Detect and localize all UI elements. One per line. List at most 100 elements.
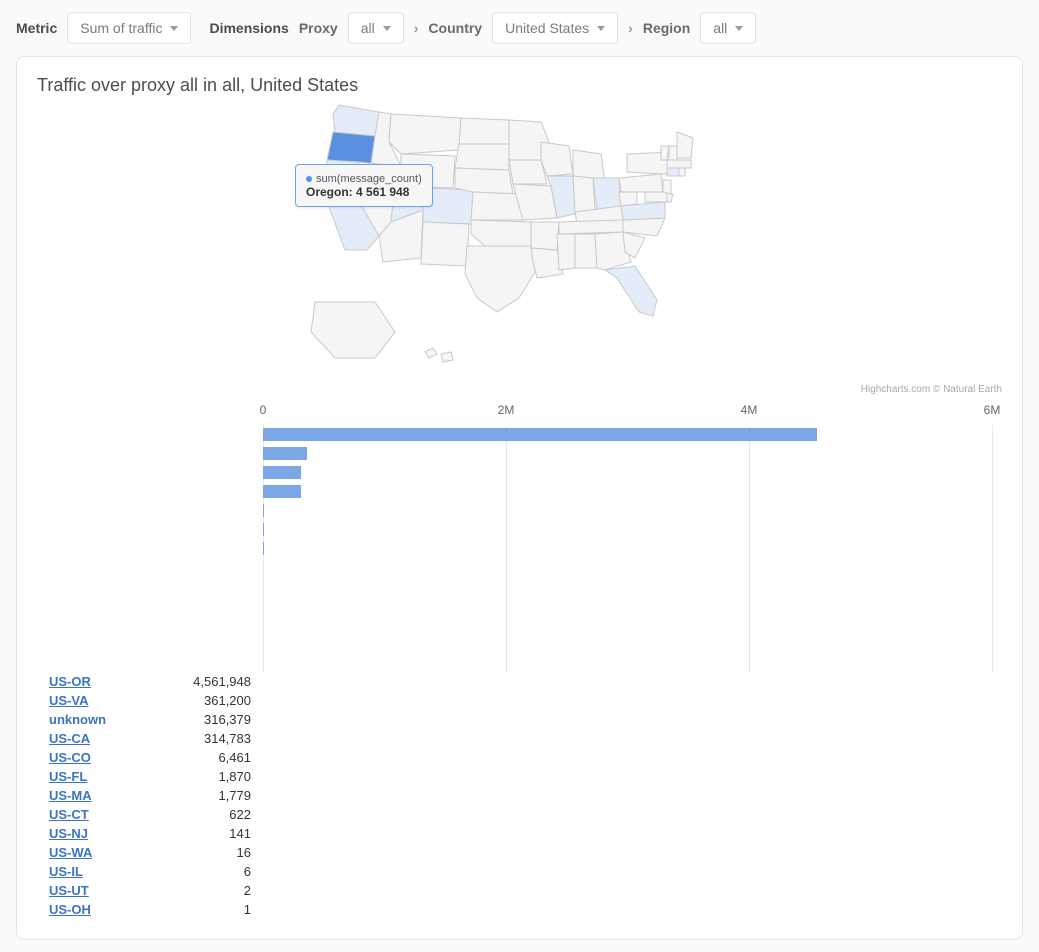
- state-OR[interactable]: [327, 132, 375, 164]
- axis-tick: 6M: [984, 403, 1001, 417]
- state-ND[interactable]: [459, 118, 509, 144]
- metric-label: Metric: [16, 20, 57, 36]
- filter-bar: Metric Sum of traffic Dimensions Proxy a…: [16, 12, 1023, 44]
- state-CT[interactable]: [667, 168, 679, 176]
- proxy-label: Proxy: [299, 20, 338, 36]
- value-cell: 316,379: [155, 712, 263, 727]
- state-OH[interactable]: [593, 178, 621, 210]
- chevron-right-icon: ›: [414, 20, 419, 36]
- state-AR[interactable]: [531, 222, 559, 250]
- state-SD[interactable]: [455, 144, 509, 170]
- axis-tick: 0: [260, 403, 267, 417]
- chart-panel: Traffic over proxy all in all, United St…: [16, 56, 1023, 940]
- state-ME[interactable]: [677, 132, 693, 158]
- region-link[interactable]: US-MA: [49, 788, 92, 803]
- region-link[interactable]: US-CA: [49, 731, 90, 746]
- state-AK[interactable]: [311, 302, 395, 358]
- state-HI1[interactable]: [425, 348, 437, 358]
- table-row: US-NJ 141: [37, 824, 1002, 843]
- region-select[interactable]: all: [700, 12, 756, 44]
- region-link[interactable]: US-UT: [49, 883, 89, 898]
- axis-tick: 4M: [741, 403, 758, 417]
- x-axis: 02M4M6M: [263, 403, 992, 425]
- region-link[interactable]: US-CO: [49, 750, 91, 765]
- value-cell: 361,200: [155, 693, 263, 708]
- value-cell: 4,561,948: [155, 674, 263, 689]
- state-FL[interactable]: [605, 266, 657, 316]
- proxy-select[interactable]: all: [348, 12, 404, 44]
- region-link[interactable]: US-WA: [49, 845, 92, 860]
- bar[interactable]: [263, 466, 301, 479]
- state-HI2[interactable]: [441, 352, 453, 362]
- bar[interactable]: [263, 428, 817, 441]
- state-MS[interactable]: [557, 234, 575, 270]
- plot-area: [263, 425, 992, 672]
- value-cell: 314,783: [155, 731, 263, 746]
- value-cell: 1,870: [155, 769, 263, 784]
- value-cell: 16: [155, 845, 263, 860]
- state-WA[interactable]: [333, 105, 379, 136]
- region-link[interactable]: US-FL: [49, 769, 87, 784]
- table-row: US-MA 1,779: [37, 786, 1002, 805]
- region-label: Region: [643, 20, 690, 36]
- table-row: US-OH 1: [37, 900, 1002, 919]
- state-AL[interactable]: [575, 234, 597, 268]
- caret-down-icon: [383, 26, 391, 31]
- state-MD[interactable]: [645, 192, 667, 202]
- dimensions-label: Dimensions: [209, 20, 288, 36]
- region-value: all: [713, 20, 727, 36]
- value-cell: 1: [155, 902, 263, 917]
- region-link[interactable]: US-CT: [49, 807, 89, 822]
- proxy-value: all: [361, 20, 375, 36]
- bar[interactable]: [263, 485, 301, 498]
- axis-tick: 2M: [498, 403, 515, 417]
- table-row: US-VA 361,200: [37, 691, 1002, 710]
- tooltip-series: sum(message_count): [316, 173, 422, 185]
- value-cell: 622: [155, 807, 263, 822]
- state-MA[interactable]: [667, 160, 691, 168]
- bar[interactable]: [263, 504, 264, 517]
- value-cell: 2: [155, 883, 263, 898]
- state-WI[interactable]: [541, 142, 573, 176]
- region-link[interactable]: US-OH: [49, 902, 91, 917]
- metric-select[interactable]: Sum of traffic: [67, 12, 191, 44]
- state-NH[interactable]: [669, 146, 677, 160]
- state-TX[interactable]: [465, 246, 535, 312]
- bar[interactable]: [263, 447, 307, 460]
- country-select[interactable]: United States: [492, 12, 618, 44]
- state-IA[interactable]: [509, 160, 547, 184]
- caret-down-icon: [170, 26, 178, 31]
- state-PA[interactable]: [619, 174, 663, 192]
- data-rows: US-OR 4,561,948 US-VA 361,200 unknown316,379…: [37, 672, 1002, 919]
- table-row: unknown316,379: [37, 710, 1002, 729]
- tooltip-label: Oregon:: [306, 185, 353, 199]
- value-cell: 1,779: [155, 788, 263, 803]
- state-IN[interactable]: [573, 176, 595, 212]
- state-NJ[interactable]: [663, 180, 671, 194]
- tooltip-dot-icon: [306, 176, 312, 182]
- map-tooltip: sum(message_count) Oregon: 4 561 948: [295, 164, 433, 207]
- region-link[interactable]: US-OR: [49, 674, 91, 689]
- state-MT[interactable]: [389, 114, 461, 154]
- map-credit: Highcharts.com © Natural Earth: [37, 384, 1002, 395]
- table-row: US-CO 6,461: [37, 748, 1002, 767]
- state-VT[interactable]: [661, 146, 669, 160]
- region-link[interactable]: US-IL: [49, 864, 83, 879]
- state-NE[interactable]: [455, 168, 513, 194]
- table-row: US-FL 1,870: [37, 767, 1002, 786]
- value-cell: 141: [155, 826, 263, 841]
- state-TN[interactable]: [559, 220, 623, 234]
- state-NM[interactable]: [421, 222, 469, 266]
- value-cell: 6: [155, 864, 263, 879]
- state-OK[interactable]: [471, 220, 531, 246]
- country-label: Country: [428, 20, 482, 36]
- state-KS[interactable]: [471, 192, 523, 220]
- tooltip-value: 4 561 948: [356, 185, 409, 199]
- chevron-right-icon: ›: [628, 20, 633, 36]
- panel-title: Traffic over proxy all in all, United St…: [37, 75, 1002, 96]
- state-RI[interactable]: [679, 168, 685, 176]
- caret-down-icon: [597, 26, 605, 31]
- region-link[interactable]: US-NJ: [49, 826, 88, 841]
- region-link[interactable]: US-VA: [49, 693, 88, 708]
- value-cell: 6,461: [155, 750, 263, 765]
